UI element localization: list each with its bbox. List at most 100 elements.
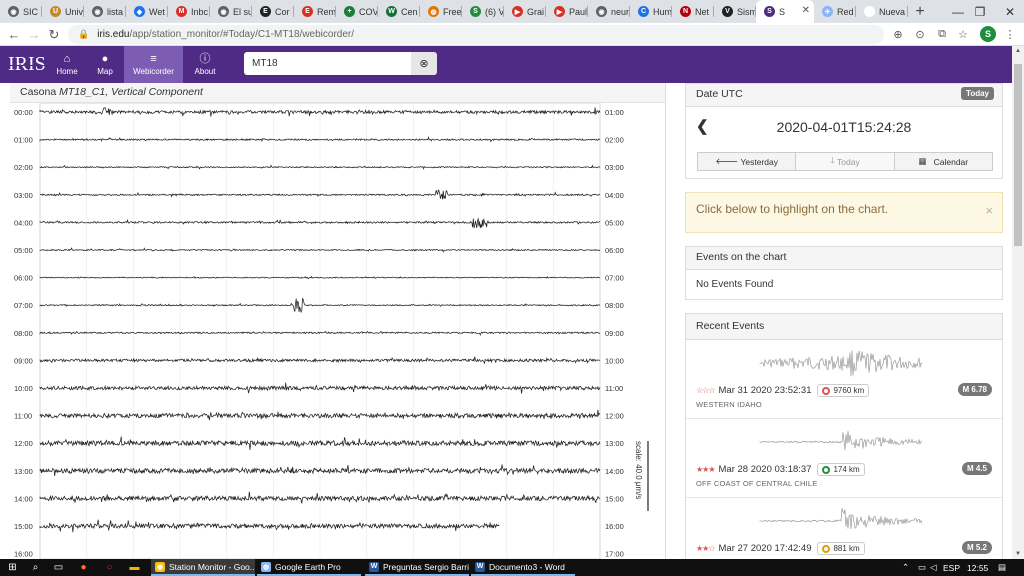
hour-label-left: 07:00 [14, 301, 33, 310]
taskbar-app-button[interactable]: ◍ Google Earth Pro [257, 559, 361, 576]
app-label: Preguntas Sergio Barri... [383, 561, 469, 572]
nav-webicorder[interactable]: ≡ Webicorder [124, 46, 183, 83]
browser-tab[interactable]: Nueva p [856, 0, 908, 23]
scrollbar-thumb[interactable] [1014, 64, 1022, 246]
close-icon[interactable]: × [985, 203, 993, 218]
info-icon: ⓘ [199, 53, 211, 65]
browser-tab[interactable]: ◉ SIC [0, 0, 42, 23]
volume-icon[interactable]: ◁ [930, 559, 937, 576]
hour-label-right: 17:00 [605, 550, 624, 559]
network-icon[interactable]: ▭ [918, 559, 926, 576]
location-icon[interactable]: ⊕ [890, 26, 906, 42]
event-distance-badge: 881 km [817, 542, 865, 555]
yesterday-button[interactable]: 🡐 Yesterday [697, 152, 797, 171]
browser-tab[interactable]: U Univ [42, 0, 84, 23]
nav-home[interactable]: ⌂ Home [48, 46, 86, 83]
browser-tab[interactable]: ◉ El su [210, 0, 252, 23]
browser-tab[interactable]: ◍ Free [420, 0, 462, 23]
hour-label-left: 08:00 [14, 329, 33, 338]
scroll-up-icon[interactable]: ▲ [1012, 46, 1024, 56]
target-icon[interactable]: ⊙ [912, 26, 928, 42]
events-on-chart-header: Events on the chart [686, 247, 1002, 270]
browser-tab[interactable]: E Rem [294, 0, 336, 23]
close-tab-icon[interactable]: ✕ [802, 5, 810, 16]
arrow-left-icon: 🡐 [715, 156, 741, 166]
close-window-button[interactable]: ✕ [988, 0, 1024, 23]
browser-tab[interactable]: ◉ neur [588, 0, 630, 23]
browser-tab[interactable]: ✈ Red [814, 0, 856, 23]
date-card: Date UTC Today ❮ 2020-04-01T15:24:28 🡐 Y… [685, 83, 1003, 179]
notifications-icon[interactable]: ▤ [998, 559, 1006, 576]
recent-events-card: Recent Events ☆☆☆ Mar 31 2020 23:52:31 976… [685, 313, 1003, 559]
nav-about[interactable]: ⓘ About [186, 46, 224, 83]
browser-tab[interactable]: M Inbc [168, 0, 210, 23]
station-search-input[interactable] [244, 52, 412, 75]
home-icon: ⌂ [63, 53, 71, 65]
webicorder-chart[interactable]: 00:00 01:00 01:00 02:00 02:00 03:00 03:00 04:00… [10, 103, 666, 559]
profile-avatar[interactable]: S [980, 26, 996, 42]
recent-event-item[interactable]: ★★☆ Mar 27 2020 17:42:49 881 km M 5.2 [686, 498, 1002, 559]
browser-tab[interactable]: C Hum [630, 0, 672, 23]
hour-label-left: 13:00 [14, 467, 33, 476]
taskbar-app-button[interactable]: ◉ Station Monitor - Goo... [151, 559, 255, 576]
search-icon[interactable]: ⌕ [29, 561, 42, 574]
tab-title: Red [837, 6, 854, 17]
tab-title: Free [443, 6, 462, 17]
browser-menu-icon[interactable]: ⋮ [1002, 26, 1018, 42]
browser-tab[interactable]: ◉ lista [84, 0, 126, 23]
browser-tab[interactable]: S (6) V [462, 0, 504, 23]
nav-about-label: About [194, 67, 216, 76]
scroll-down-icon[interactable]: ▼ [1012, 549, 1024, 559]
recent-event-item[interactable]: ☆☆☆ Mar 31 2020 23:52:31 9760 km WESTERN ID… [686, 340, 1002, 419]
side-panel: Date UTC Today ❮ 2020-04-01T15:24:28 🡐 Y… [685, 83, 1003, 559]
taskbar-clock[interactable]: 12:55 [967, 559, 988, 576]
iris-logo[interactable]: IRIS [8, 53, 46, 76]
url-field[interactable]: 🔒 iris.edu /app/station_monitor/#Today/C… [68, 25, 884, 44]
hour-label-left: 15:00 [14, 522, 33, 531]
firefox-icon[interactable]: ● [77, 561, 90, 574]
today-button[interactable]: 🡓 Today [796, 152, 895, 171]
forward-arrow-icon[interactable]: → [24, 25, 44, 44]
tab-title: Rem [317, 6, 336, 17]
app-label: Station Monitor - Goo... [169, 561, 255, 572]
back-arrow-icon[interactable]: ← [4, 25, 24, 44]
event-region: WESTERN IDAHO [696, 400, 762, 409]
event-waveform [759, 508, 923, 529]
calendar-button[interactable]: ▦ Calendar [894, 152, 993, 171]
app-icon: W [475, 561, 485, 572]
task-view-icon[interactable]: ▭ [52, 561, 65, 574]
windows-start-icon[interactable]: ⊞ [6, 561, 19, 574]
language-indicator[interactable]: ESP [943, 559, 960, 576]
nav-map[interactable]: ● Map [88, 46, 122, 83]
browser-tab[interactable]: ▶ Paul [546, 0, 588, 23]
hour-label-left: 14:00 [14, 494, 33, 503]
translate-icon[interactable]: ⧉ [934, 26, 950, 42]
event-waveform-trace [759, 350, 923, 377]
recent-event-item[interactable]: ★★★ Mar 28 2020 03:18:37 174 km OFF COAST O… [686, 419, 1002, 498]
events-on-chart-card: Events on the chart No Events Found [685, 246, 1003, 300]
bookmark-star-icon[interactable]: ☆ [955, 26, 971, 42]
browser-tab[interactable]: S S ✕ [756, 0, 814, 23]
clear-search-icon[interactable]: ⊗ [411, 52, 437, 75]
browser-tab[interactable]: ◆ Wet [126, 0, 168, 23]
page-scrollbar[interactable]: ▲ ▼ [1012, 46, 1024, 559]
tab-title: Hum [653, 6, 672, 17]
hour-label-left: 16:00 [14, 550, 33, 559]
taskbar-app-button[interactable]: W Preguntas Sergio Barri... [365, 559, 469, 576]
new-tab-icon[interactable]: + [908, 0, 932, 23]
browser-tab[interactable]: N Net [672, 0, 714, 23]
reload-icon[interactable]: ↻ [44, 25, 64, 44]
file-explorer-icon[interactable]: ▬ [128, 561, 141, 574]
opera-icon[interactable]: ○ [103, 561, 116, 574]
taskbar-app-button[interactable]: W Documento3 - Word [471, 559, 575, 576]
tab-title: S [779, 6, 786, 17]
browser-tab[interactable]: ▶ Grai [504, 0, 546, 23]
event-datetime: Mar 27 2020 17:42:49 [718, 543, 812, 554]
browser-tab[interactable]: W Cen [378, 0, 420, 23]
browser-tab[interactable]: + COV [336, 0, 378, 23]
tray-chevron-icon[interactable]: ⌃ [902, 559, 909, 576]
hour-label-right: 06:00 [605, 246, 624, 255]
browser-tab[interactable]: E Cor [252, 0, 294, 23]
browser-tab[interactable]: V Sism [714, 0, 756, 23]
event-distance: 174 km [833, 465, 860, 474]
